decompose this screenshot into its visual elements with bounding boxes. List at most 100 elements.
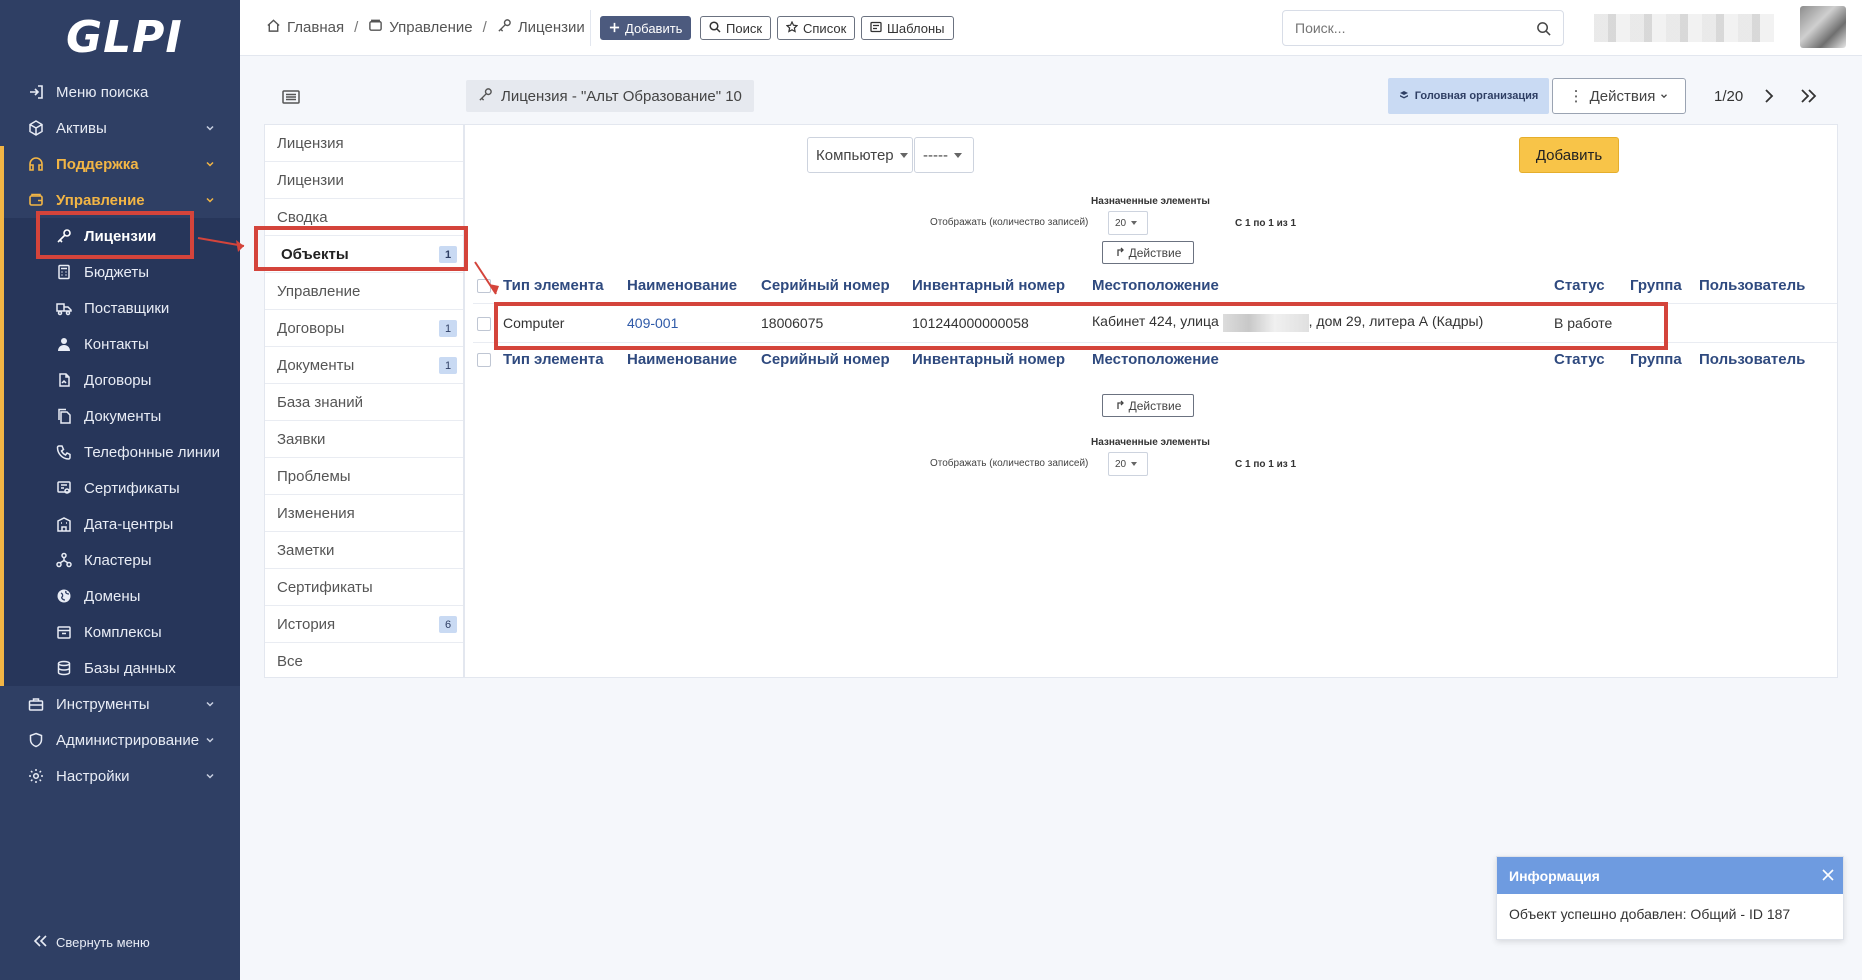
sidebar-item-search-menu[interactable]: Меню поиска	[0, 74, 240, 110]
tab-notes[interactable]: Заметки	[265, 532, 463, 569]
column-header[interactable]: Статус	[1548, 269, 1624, 303]
tab-history[interactable]: История 6	[265, 606, 463, 643]
column-header[interactable]: Серийный номер	[755, 342, 906, 376]
toggle-tabs-icon[interactable]	[282, 90, 300, 107]
select-all-checkbox[interactable]	[477, 352, 491, 367]
search-icon[interactable]	[1536, 21, 1551, 39]
templates-button[interactable]: Шаблоны	[861, 16, 954, 40]
column-header[interactable]: Тип элемента	[497, 342, 621, 376]
sidebar: GLPI Меню поиска Активы Поддержка Управл…	[0, 0, 240, 980]
column-header[interactable]: Наименование	[621, 342, 755, 376]
list-button[interactable]: Список	[777, 16, 856, 40]
tab-problems[interactable]: Проблемы	[265, 458, 463, 495]
sidebar-item-contacts[interactable]: Контакты	[0, 326, 240, 362]
item-link[interactable]: 409-001	[627, 315, 678, 331]
tab-changes[interactable]: Изменения	[265, 495, 463, 532]
sidebar-item-clusters[interactable]: Кластеры	[0, 542, 240, 578]
location-prefix: Кабинет 424, улица	[1092, 313, 1219, 330]
row-select-cell	[473, 302, 497, 343]
row-checkbox[interactable]	[477, 316, 491, 331]
column-header[interactable]: Серийный номер	[755, 269, 906, 303]
cell-type: Computer	[497, 302, 621, 343]
select-all-checkbox[interactable]	[477, 279, 491, 294]
sidebar-item-certificates[interactable]: Сертификаты	[0, 470, 240, 506]
column-header[interactable]: Тип элемента	[497, 269, 621, 303]
actions-label: Действия	[1589, 87, 1656, 105]
add-object-button[interactable]: Добавить	[1519, 137, 1619, 173]
column-header[interactable]: Инвентарный номер	[906, 269, 1086, 303]
tab-contracts[interactable]: Договоры 1	[265, 310, 463, 347]
column-header[interactable]: Пользователь	[1693, 342, 1837, 376]
sidebar-item-documents[interactable]: Документы	[0, 398, 240, 434]
sidebar-item-label: Кластеры	[84, 551, 152, 569]
add-button[interactable]: Добавить	[600, 16, 692, 40]
sidebar-item-administration[interactable]: Администрирование	[0, 722, 240, 758]
entity-badge[interactable]: Головная организация	[1388, 78, 1549, 114]
per-page-value: 20	[1115, 458, 1127, 470]
breadcrumb-home[interactable]: Главная	[266, 18, 344, 37]
per-page-label: Отображать (количество записей)	[930, 458, 1089, 469]
item-type-select[interactable]: Компьютер	[807, 137, 913, 173]
tab-knowledge-base[interactable]: База знаний	[265, 384, 463, 421]
tab-all[interactable]: Все	[265, 643, 463, 680]
item-select[interactable]: -----	[914, 137, 974, 173]
per-page-select[interactable]: 20	[1108, 211, 1148, 235]
column-header[interactable]: Группа	[1624, 342, 1693, 376]
sidebar-item-contracts[interactable]: Договоры	[0, 362, 240, 398]
sidebar-item-label: Поддержка	[56, 155, 139, 173]
column-header[interactable]: Пользователь	[1693, 269, 1837, 303]
tab-summary[interactable]: Сводка	[265, 199, 463, 236]
column-header[interactable]: Местоположение	[1086, 269, 1548, 303]
user-name-blurred[interactable]	[1594, 14, 1774, 42]
tab-documents[interactable]: Документы 1	[265, 347, 463, 384]
chevron-right-icon[interactable]	[1762, 88, 1776, 107]
column-header[interactable]: Инвентарный номер	[906, 342, 1086, 376]
tab-objects[interactable]: Объекты 1	[265, 236, 463, 273]
tab-certificates[interactable]: Сертификаты	[265, 569, 463, 606]
chevron-down-icon	[206, 773, 214, 779]
actions-dropdown[interactable]: ⋮ Действия	[1552, 78, 1686, 114]
close-icon[interactable]	[1821, 868, 1835, 885]
search-button[interactable]: Поиск	[700, 16, 772, 40]
column-header[interactable]: Наименование	[621, 269, 755, 303]
sidebar-item-domains[interactable]: Домены	[0, 578, 240, 614]
sidebar-item-databases[interactable]: Базы данных	[0, 650, 240, 686]
double-chevron-right-icon[interactable]	[1800, 88, 1818, 107]
wallet-icon	[28, 192, 44, 208]
sidebar-item-appliances[interactable]: Комплексы	[0, 614, 240, 650]
tab-management[interactable]: Управление	[265, 273, 463, 310]
massive-action-button[interactable]: Действие	[1102, 394, 1194, 417]
sidebar-item-budgets[interactable]: Бюджеты	[0, 254, 240, 290]
tab-label: Сводка	[277, 208, 328, 226]
key-icon	[56, 228, 72, 244]
sidebar-item-tools[interactable]: Инструменты	[0, 686, 240, 722]
column-header[interactable]: Статус	[1548, 342, 1624, 376]
collapse-menu-button[interactable]: Свернуть меню	[32, 934, 150, 951]
tab-count-badge: 6	[439, 616, 457, 633]
cell-status: В работе	[1548, 302, 1624, 343]
tab-licenses[interactable]: Лицензии	[265, 162, 463, 199]
avatar[interactable]	[1800, 6, 1846, 48]
sidebar-item-datacenters[interactable]: Дата-центры	[0, 506, 240, 542]
sidebar-item-phone-lines[interactable]: Телефонные линии	[0, 434, 240, 470]
per-page-value: 20	[1115, 217, 1127, 229]
sidebar-item-assets[interactable]: Активы	[0, 110, 240, 146]
tab-tickets[interactable]: Заявки	[265, 421, 463, 458]
glpi-logo[interactable]: GLPI	[66, 10, 182, 64]
column-header[interactable]: Группа	[1624, 269, 1693, 303]
sidebar-item-licenses[interactable]: Лицензии	[0, 218, 240, 254]
tab-license[interactable]: Лицензия	[265, 125, 463, 162]
sidebar-item-management[interactable]: Управление	[0, 182, 240, 218]
column-header[interactable]: Местоположение	[1086, 342, 1548, 376]
massive-action-button[interactable]: Действие	[1102, 241, 1194, 264]
sidebar-item-settings[interactable]: Настройки	[0, 758, 240, 794]
per-page-select[interactable]: 20	[1108, 452, 1148, 476]
sidebar-item-support[interactable]: Поддержка	[0, 146, 240, 182]
item-select-value: -----	[923, 146, 948, 164]
breadcrumb-licenses[interactable]: Лицензии	[497, 18, 585, 37]
tab-label: Заметки	[277, 541, 335, 559]
breadcrumb-management[interactable]: Управление	[368, 18, 473, 37]
sidebar-item-suppliers[interactable]: Поставщики	[0, 290, 240, 326]
chevron-down-icon	[206, 125, 214, 131]
search-input[interactable]	[1283, 11, 1513, 45]
